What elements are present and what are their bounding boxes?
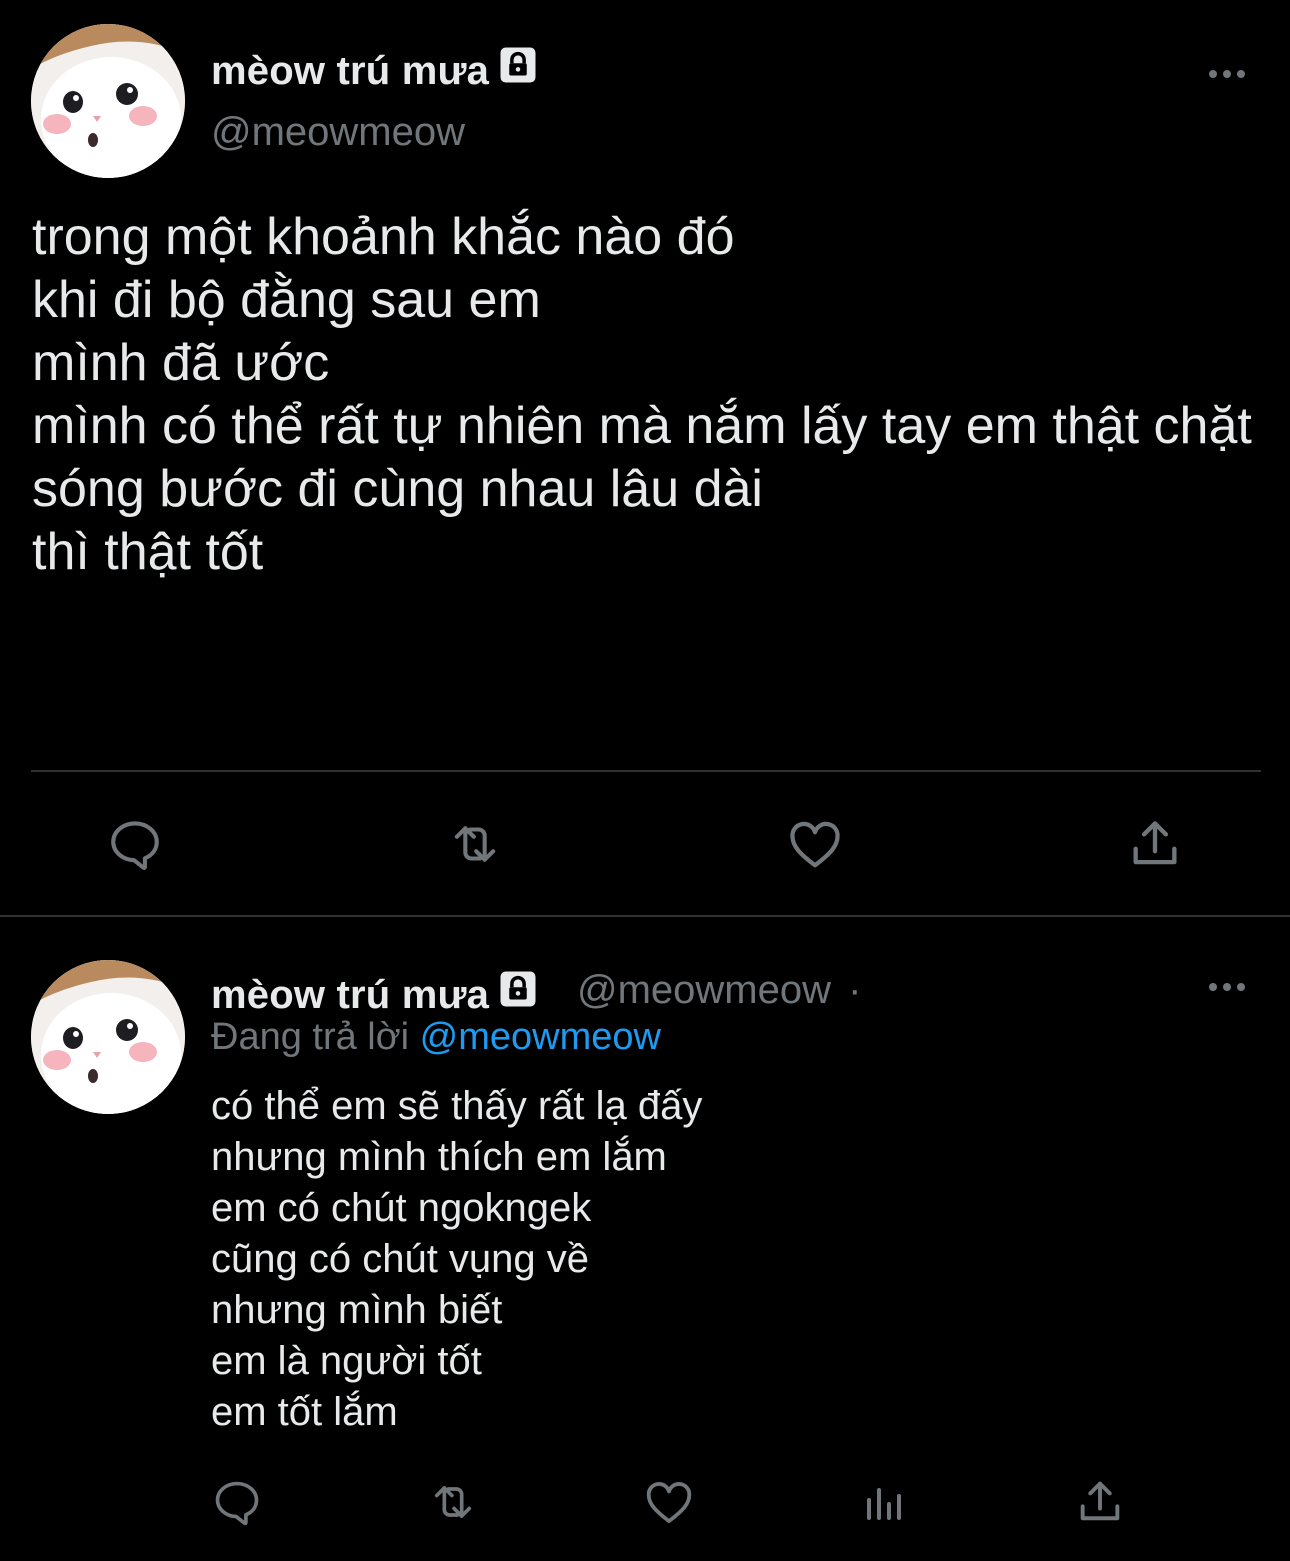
display-name-text[interactable]: mèow trú mưa (211, 49, 489, 93)
avatar[interactable] (31, 960, 185, 1114)
handle[interactable]: @meowmeow (211, 110, 465, 155)
divider (0, 915, 1290, 917)
tweet-text: có thể em sẽ thấy rất lạ đấy nhưng mình … (211, 1084, 703, 1434)
more-dots-icon[interactable] (1207, 977, 1247, 997)
lock-icon (497, 968, 539, 1020)
handle[interactable]: @meowmeow · (577, 968, 861, 1013)
like-icon[interactable] (780, 812, 850, 876)
display-name-text[interactable]: mèow trú mưa (211, 973, 489, 1017)
display-name[interactable]: mèow trú mưa (211, 968, 539, 1020)
reply-icon[interactable] (100, 812, 170, 876)
more-dots-icon[interactable] (1207, 64, 1247, 84)
share-icon[interactable] (1068, 1472, 1132, 1532)
replying-to-mention[interactable]: @meowmeow (420, 1016, 661, 1058)
share-icon[interactable] (1120, 812, 1190, 876)
separator-dot: · (848, 968, 862, 1012)
tweet-text: trong một khoảnh khắc nào đó khi đi bộ đ… (32, 208, 1252, 581)
handle-text[interactable]: @meowmeow (577, 968, 831, 1012)
lock-icon (497, 44, 539, 96)
retweet-icon[interactable] (440, 812, 510, 876)
like-icon[interactable] (637, 1472, 701, 1532)
cat-avatar-image (31, 960, 185, 1114)
cat-avatar-image (31, 24, 185, 178)
retweet-icon[interactable] (421, 1472, 485, 1532)
reply-icon[interactable] (205, 1472, 269, 1532)
avatar[interactable] (31, 24, 185, 178)
replying-to-label: Đang trả lời (211, 1016, 410, 1058)
divider (31, 770, 1261, 772)
display-name[interactable]: mèow trú mưa (211, 44, 539, 96)
replying-to: Đang trả lời @meowmeow (211, 1016, 661, 1059)
analytics-icon[interactable] (853, 1472, 917, 1532)
